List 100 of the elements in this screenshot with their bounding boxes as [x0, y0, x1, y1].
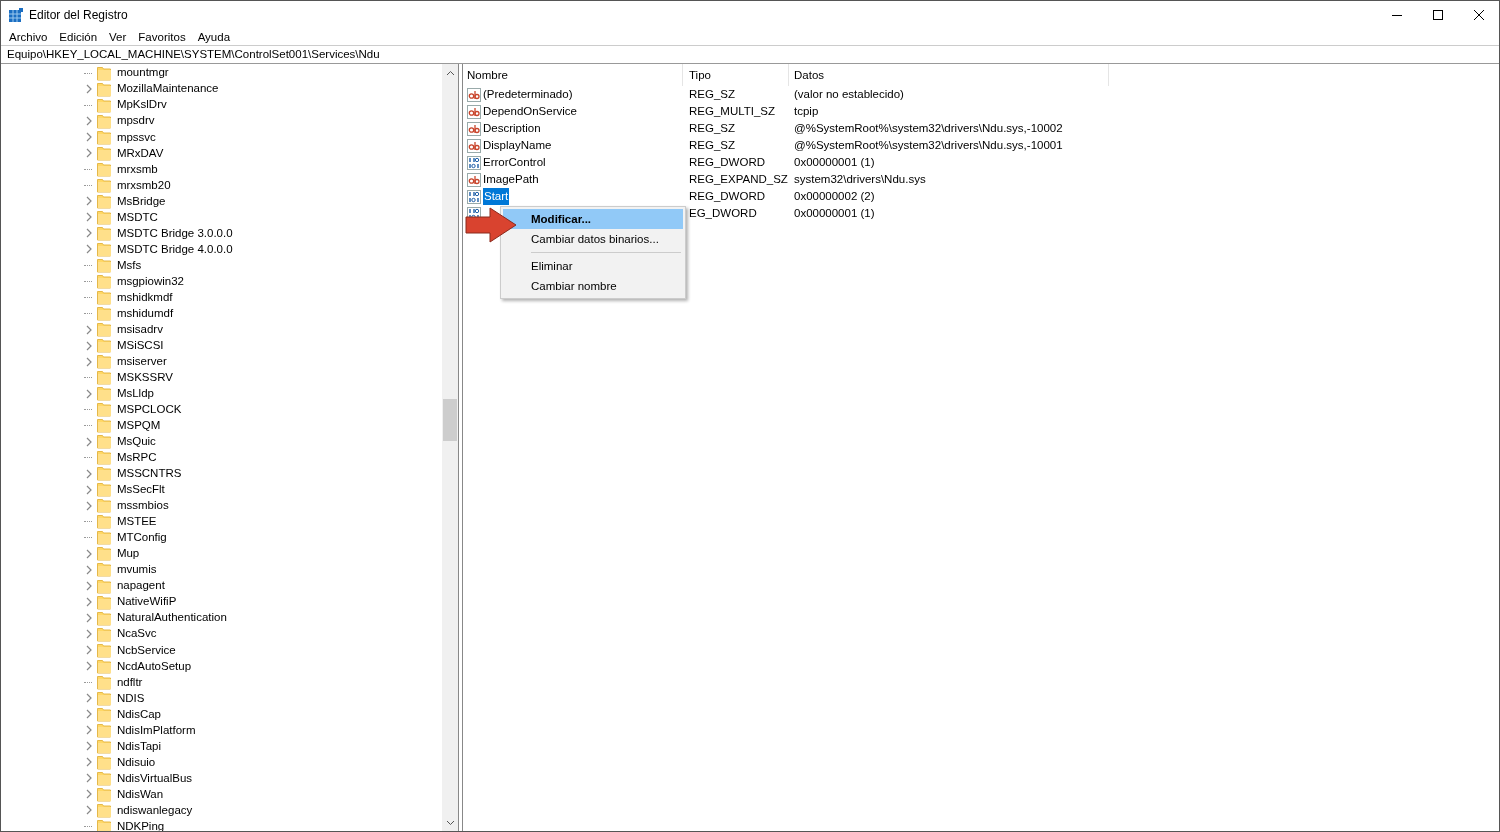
menu-item[interactable]: Cambiar nombre	[503, 276, 683, 296]
expand-chevron-icon[interactable]	[85, 84, 93, 95]
expand-chevron-icon[interactable]	[85, 500, 93, 511]
tree-item[interactable]: mshidumdf	[116, 304, 174, 323]
expand-chevron-icon[interactable]	[85, 468, 93, 479]
expand-chevron-icon[interactable]	[85, 436, 93, 447]
tree-item[interactable]: mrxsmb	[116, 160, 158, 178]
tree-item[interactable]: NdisCap	[116, 705, 161, 723]
expand-chevron-icon[interactable]	[85, 773, 93, 784]
expand-chevron-icon[interactable]	[85, 356, 93, 367]
tree-item[interactable]: MsLldp	[116, 385, 154, 403]
column-header[interactable]: Tipo	[683, 64, 789, 86]
tree-item[interactable]: MSPQM	[116, 417, 161, 435]
expand-chevron-icon[interactable]	[85, 565, 93, 575]
tree-item[interactable]: NdisImPlatform	[116, 721, 196, 739]
value-name[interactable]: ErrorControl	[483, 153, 546, 172]
scrollbar[interactable]	[442, 64, 458, 831]
tree-item[interactable]: mrxsmb20	[116, 176, 171, 194]
expand-chevron-icon[interactable]	[85, 757, 93, 768]
expand-chevron-icon[interactable]	[85, 116, 93, 127]
tree-item[interactable]: MSPCLOCK	[116, 401, 182, 419]
tree-item[interactable]: MSSCNTRS	[116, 465, 182, 483]
expand-chevron-icon[interactable]	[85, 661, 93, 672]
expand-chevron-icon[interactable]	[85, 741, 93, 752]
tree-item[interactable]: MSDTC Bridge 4.0.0.0	[116, 240, 233, 258]
tree-item[interactable]: Ndisuio	[116, 753, 156, 771]
tree-item[interactable]: MsQuic	[116, 433, 156, 451]
expand-chevron-icon[interactable]	[85, 581, 93, 591]
tree-item[interactable]: MSKSSRV	[116, 369, 173, 387]
tree-item[interactable]: MSiSCSI	[116, 336, 164, 355]
tree-item[interactable]: mountmgr	[116, 64, 169, 82]
expand-chevron-icon[interactable]	[85, 132, 93, 143]
tree-item[interactable]: ndiswanlegacy	[116, 801, 193, 820]
tree-item[interactable]: MsRPC	[116, 449, 157, 467]
tree-item[interactable]: MSDTC	[116, 208, 158, 226]
value-name[interactable]: DisplayName	[483, 136, 552, 155]
tree-item[interactable]: NcaSvc	[116, 625, 157, 643]
expand-chevron-icon[interactable]	[85, 484, 93, 495]
expand-chevron-icon[interactable]	[85, 629, 93, 640]
tree-item[interactable]: MSDTC Bridge 3.0.0.0	[116, 224, 233, 242]
tree-item[interactable]: mshidkmdf	[116, 288, 173, 307]
expand-chevron-icon[interactable]	[85, 228, 93, 239]
tree-item[interactable]: MSTEE	[116, 513, 157, 531]
expand-chevron-icon[interactable]	[85, 709, 93, 720]
value-name[interactable]: Description	[483, 119, 541, 138]
menu-item[interactable]: Ver	[103, 29, 133, 45]
scrollbar-thumb[interactable]	[443, 399, 457, 441]
expand-chevron-icon[interactable]	[85, 613, 93, 624]
expand-chevron-icon[interactable]	[85, 597, 93, 608]
expand-chevron-icon[interactable]	[85, 548, 93, 559]
tree-item[interactable]: NativeWifiP	[116, 593, 177, 611]
menu-item[interactable]: Edición	[53, 29, 104, 45]
expand-chevron-icon[interactable]	[85, 805, 93, 816]
column-header[interactable]: Nombre	[463, 64, 683, 86]
tree-item[interactable]: NdisVirtualBus	[116, 769, 193, 787]
expand-chevron-icon[interactable]	[85, 148, 93, 159]
expand-chevron-icon[interactable]	[85, 324, 93, 335]
tree-item[interactable]: MsSecFlt	[116, 481, 165, 499]
tree-item[interactable]: MTConfig	[116, 529, 167, 547]
value-name[interactable]: Start	[483, 187, 510, 206]
address-bar[interactable]: Equipo\HKEY_LOCAL_MACHINE\SYSTEM\ControlSet001\Services\Ndu	[1, 46, 1499, 64]
tree-item[interactable]: MsBridge	[116, 192, 166, 210]
tree-item[interactable]: NdisWan	[116, 785, 164, 804]
value-name[interactable]: (Predeterminado)	[483, 85, 573, 104]
expand-chevron-icon[interactable]	[85, 244, 93, 255]
tree-item[interactable]: MpKslDrv	[116, 96, 167, 114]
expand-chevron-icon[interactable]	[85, 789, 93, 800]
tree-item[interactable]: ndfltr	[116, 673, 143, 691]
menu-item[interactable]: Cambiar datos binarios...	[503, 229, 683, 249]
value-name[interactable]: DependOnService	[483, 102, 577, 121]
menu-item[interactable]: Ayuda	[191, 29, 237, 45]
tree-item[interactable]: msgpiowin32	[116, 272, 184, 291]
tree-item[interactable]: MozillaMaintenance	[116, 80, 219, 98]
tree-item[interactable]: mpssvc	[116, 128, 156, 146]
expand-chevron-icon[interactable]	[85, 645, 93, 656]
tree-item[interactable]: mssmbios	[116, 497, 169, 515]
menu-item[interactable]: Favoritos	[132, 29, 192, 45]
scroll-up-icon[interactable]	[445, 70, 455, 76]
expand-chevron-icon[interactable]	[85, 725, 93, 736]
tree-item[interactable]: NaturalAuthentication	[116, 609, 227, 627]
tree-item[interactable]: NdisTapi	[116, 737, 161, 755]
tree-item[interactable]: Mup	[116, 545, 140, 563]
scroll-down-icon[interactable]	[445, 820, 455, 826]
tree-item[interactable]: msisadrv	[116, 320, 163, 339]
tree-item[interactable]: NcdAutoSetup	[116, 657, 192, 675]
value-name[interactable]: ImagePath	[483, 170, 539, 189]
tree-item[interactable]: napagent	[116, 577, 165, 595]
expand-chevron-icon[interactable]	[85, 340, 93, 351]
tree-item[interactable]: msiserver	[116, 352, 167, 371]
expand-chevron-icon[interactable]	[85, 212, 93, 223]
tree-item[interactable]: NDIS	[116, 689, 145, 707]
tree-item[interactable]: mvumis	[116, 561, 157, 579]
tree-item[interactable]: MRxDAV	[116, 144, 164, 162]
menu-item[interactable]: Archivo	[3, 29, 54, 45]
menu-item[interactable]: Modificar...	[503, 209, 683, 229]
expand-chevron-icon[interactable]	[85, 693, 93, 704]
tree-item[interactable]: NcbService	[116, 641, 176, 659]
expand-chevron-icon[interactable]	[85, 388, 93, 399]
menu-item[interactable]: Eliminar	[503, 256, 683, 276]
expand-chevron-icon[interactable]	[85, 196, 93, 207]
